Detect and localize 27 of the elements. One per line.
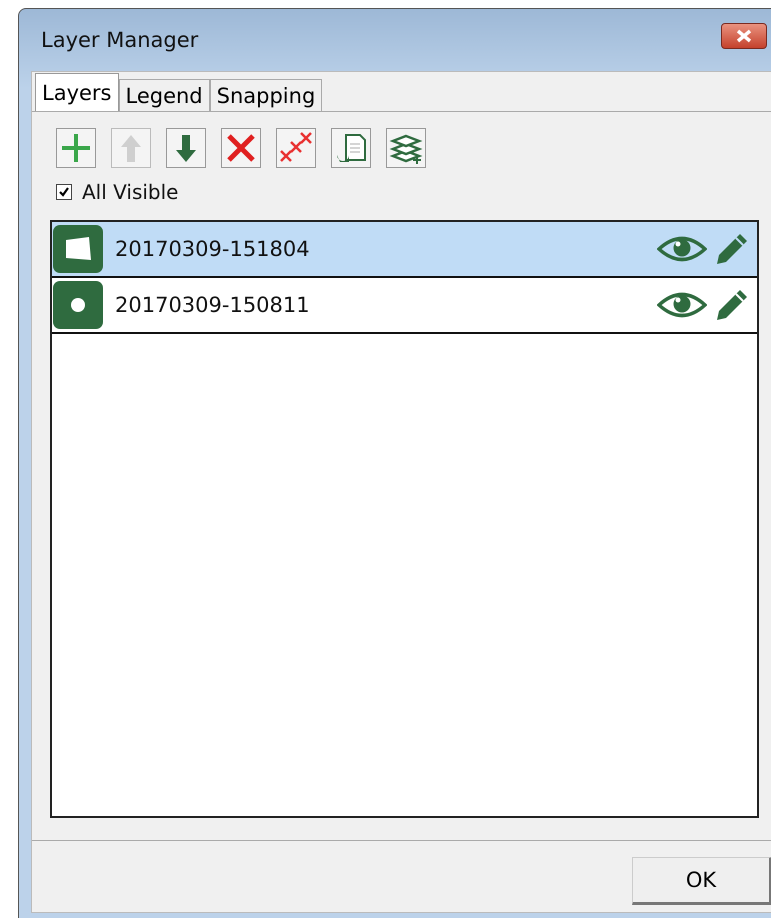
toolbar-button[interactable] bbox=[331, 128, 371, 168]
pencil-icon[interactable] bbox=[715, 232, 749, 266]
eye-icon[interactable] bbox=[657, 234, 707, 264]
eye-icon[interactable] bbox=[657, 290, 707, 320]
tab[interactable]: Layers bbox=[35, 73, 118, 111]
document-icon bbox=[334, 131, 368, 165]
window-title: Layer Manager bbox=[41, 28, 200, 52]
toolbar-button[interactable] bbox=[166, 128, 206, 168]
tab[interactable]: Legend bbox=[118, 79, 210, 111]
pencil-icon[interactable] bbox=[715, 288, 749, 322]
point-layer-icon bbox=[53, 281, 103, 329]
layer-name: 20170309-150811 bbox=[115, 293, 311, 317]
checkbox[interactable] bbox=[56, 184, 72, 200]
plus-icon bbox=[59, 131, 93, 165]
toolbar-button[interactable] bbox=[221, 128, 261, 168]
ok-button[interactable]: OK bbox=[632, 857, 771, 905]
close-button[interactable] bbox=[721, 23, 767, 49]
toolbar-button[interactable] bbox=[386, 128, 426, 168]
checkbox-label: All Visible bbox=[82, 180, 178, 204]
toolbar-button[interactable] bbox=[276, 128, 316, 168]
tab[interactable]: Snapping bbox=[210, 79, 322, 111]
layer-name: 20170309-151804 bbox=[115, 237, 311, 261]
layer-row[interactable]: 20170309-151804 bbox=[52, 222, 757, 278]
close-icon bbox=[735, 29, 753, 43]
polygon-layer-icon bbox=[53, 225, 103, 273]
layer-row[interactable]: 20170309-150811 bbox=[52, 278, 757, 334]
toolbar-button[interactable] bbox=[56, 128, 96, 168]
